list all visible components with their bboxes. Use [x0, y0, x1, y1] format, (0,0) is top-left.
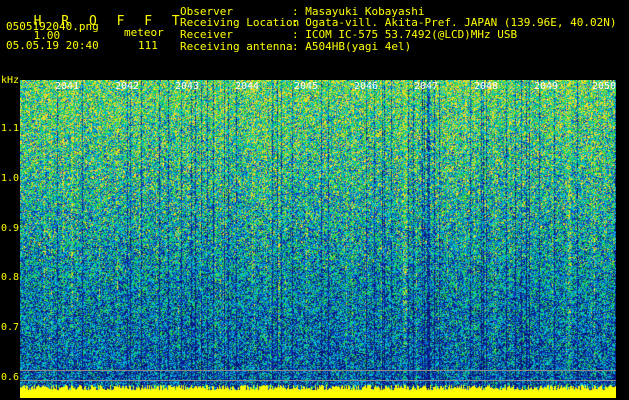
datetime: 05.05.19 20:40 [6, 39, 99, 52]
minute-label: 2048 [474, 81, 499, 92]
marker-line-lower [20, 380, 616, 381]
count-label: meteor [124, 26, 164, 39]
minute-label: 2043 [175, 81, 200, 92]
marker-line-upper [20, 370, 616, 371]
filename: 0505192040.png [6, 20, 99, 33]
y-tick-label: 0.8 [1, 272, 20, 283]
minute-label: 2044 [235, 81, 260, 92]
info-label-antenna: Receiving antenna [180, 40, 293, 53]
info-value-antenna: : A504HB(yagi 4el) [292, 40, 412, 53]
minute-label: 2049 [534, 81, 559, 92]
spectrogram-canvas [20, 80, 616, 398]
y-tick-label: 1.0 [1, 173, 20, 184]
minute-label: 2045 [294, 81, 319, 92]
minute-label: 2041 [55, 81, 80, 92]
y-tick-label: 1.1 [1, 123, 20, 134]
minute-label: 2050 [592, 81, 617, 92]
y-axis-unit: kHz [1, 75, 20, 86]
y-tick-label: 0.6 [1, 372, 20, 383]
minute-label: 2042 [115, 81, 140, 92]
minute-label: 2047 [414, 81, 439, 92]
y-tick-label: 0.7 [1, 322, 20, 333]
y-tick-label: 0.9 [1, 223, 20, 234]
minute-label: 2046 [354, 81, 379, 92]
count-value: 111 [138, 39, 158, 52]
